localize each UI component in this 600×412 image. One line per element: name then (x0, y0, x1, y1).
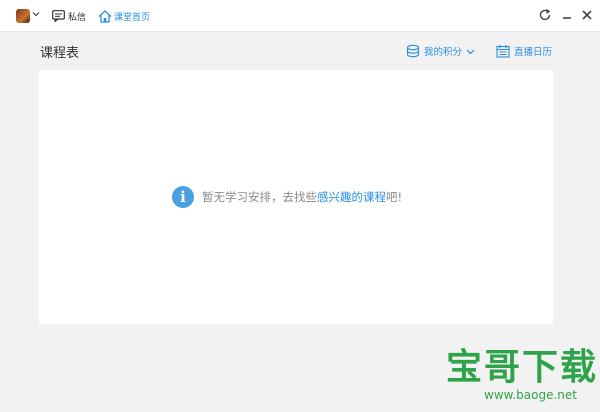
my-points-label: 我的积分 (424, 47, 463, 58)
live-calendar-label: 直播日历 (514, 47, 553, 58)
empty-state-text-suffix: 吧! (386, 190, 403, 204)
live-calendar-button[interactable]: 直播日历 (496, 42, 552, 60)
chat-bubble-icon (52, 10, 65, 22)
refresh-button[interactable] (538, 8, 552, 22)
home-tab-label: 课堂首页 (114, 12, 151, 23)
home-tab[interactable]: 课堂首页 (98, 7, 150, 25)
calendar-icon (496, 45, 510, 58)
close-icon (582, 10, 592, 20)
empty-state-message: 暂无学习安排，去找些感兴趣的课程吧! (202, 189, 402, 205)
refresh-icon (539, 8, 551, 21)
my-points-dropdown[interactable]: 我的积分 (406, 42, 475, 60)
info-icon: i (172, 186, 194, 208)
minimize-button[interactable] (560, 8, 574, 22)
title-bar: 私信 课堂首页 (0, 0, 600, 32)
empty-state-text-prefix: 暂无学习安排，去找些 (202, 190, 317, 204)
minimize-icon (563, 17, 571, 19)
chevron-down-icon (466, 49, 475, 54)
coins-icon (406, 44, 420, 58)
page-title: 课程表 (40, 46, 80, 61)
watermark-title: 宝哥下载 (446, 347, 599, 388)
interesting-courses-link[interactable]: 感兴趣的课程 (317, 190, 386, 204)
messages-label: 私信 (68, 12, 87, 23)
chevron-down-icon[interactable] (32, 8, 40, 24)
watermark-url: www.baoge.net (484, 388, 577, 402)
home-icon (98, 9, 112, 23)
empty-state: i 暂无学习安排，去找些感兴趣的课程吧! (172, 185, 402, 209)
close-button[interactable] (580, 8, 594, 22)
watermark-logo: 宝哥下载 www.baoge.net (440, 348, 600, 408)
messages-button[interactable]: 私信 (52, 7, 86, 25)
avatar[interactable] (16, 9, 30, 23)
